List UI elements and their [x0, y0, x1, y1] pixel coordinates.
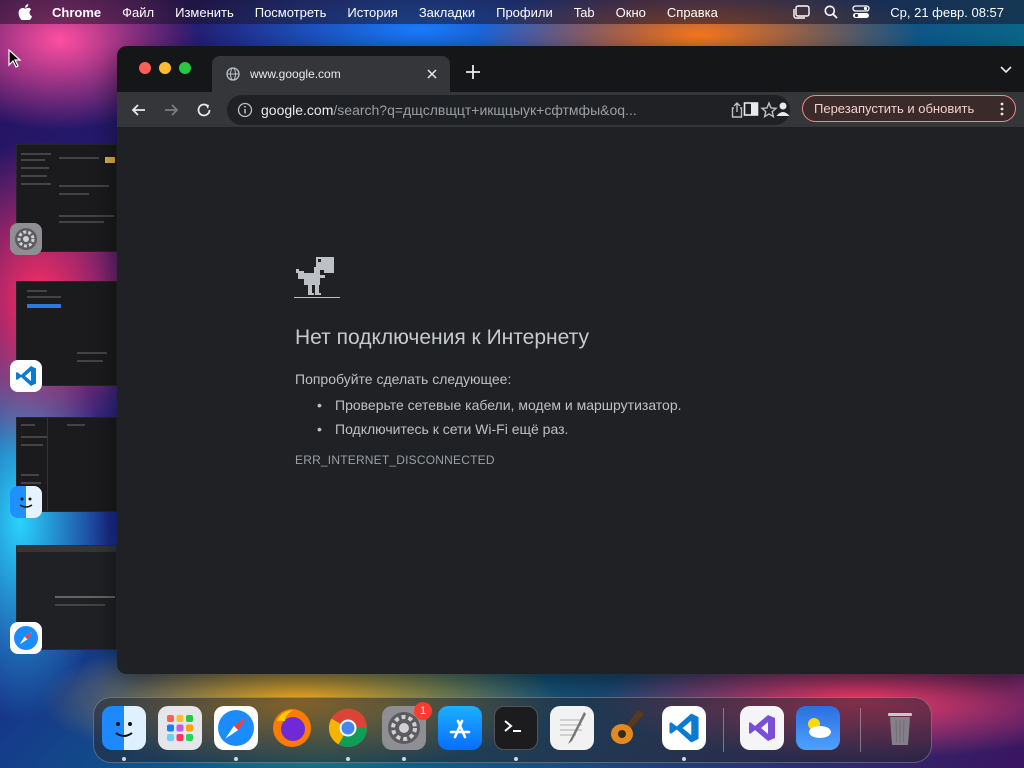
tab-google[interactable]: www.google.com — [212, 56, 450, 92]
list-item: Проверьте сетевые кабели, модем и маршру… — [317, 393, 682, 417]
tab-strip: www.google.com — [117, 46, 1024, 92]
dock-safari-icon[interactable] — [214, 706, 258, 750]
spotlight-icon[interactable] — [824, 5, 838, 19]
error-page: Нет подключения к Интернету Попробуйте с… — [117, 128, 1024, 674]
dock-finder-icon[interactable] — [102, 706, 146, 750]
offline-dinosaur-icon[interactable] — [294, 255, 340, 301]
menu-window[interactable]: Окно — [616, 5, 646, 20]
vscode-icon[interactable] — [10, 360, 42, 392]
site-info-icon[interactable] — [237, 102, 253, 118]
tab-title: www.google.com — [250, 67, 341, 81]
error-suggestions-heading: Попробуйте сделать следующее: — [295, 371, 512, 387]
globe-icon — [226, 67, 240, 81]
running-indicator — [682, 757, 686, 761]
relaunch-label: Перезапустить и обновить — [814, 101, 975, 116]
tab-search-chevron-icon[interactable] — [1000, 66, 1012, 74]
dock-separator — [723, 708, 724, 752]
new-tab-plus-icon[interactable] — [464, 63, 482, 81]
dock-terminal-icon[interactable] — [494, 706, 538, 750]
profile-avatar-icon[interactable] — [774, 100, 792, 118]
close-window-button[interactable] — [139, 62, 151, 74]
url-host: google.com — [261, 102, 334, 118]
dock-garageband-icon[interactable] — [606, 706, 650, 750]
dock-firefox-icon[interactable] — [270, 706, 314, 750]
relaunch-update-button[interactable]: Перезапустить и обновить — [802, 95, 1016, 122]
tab-close-icon[interactable] — [424, 66, 440, 82]
menu-file[interactable]: Файл — [122, 5, 154, 20]
menu-help[interactable]: Справка — [667, 5, 718, 20]
system-settings-icon[interactable] — [10, 223, 42, 255]
running-indicator — [514, 757, 518, 761]
dock-chrome-icon[interactable] — [326, 706, 370, 750]
url-path: /search?q=дщслвщцт+икщцыук+сфтмфы&oq... — [333, 102, 637, 118]
menu-app-name[interactable]: Chrome — [52, 5, 101, 20]
dock-weather-icon[interactable] — [796, 706, 840, 750]
stage-manager-icon[interactable] — [792, 5, 810, 19]
dock: 1 — [93, 697, 932, 763]
error-suggestion-list: Проверьте сетевые кабели, модем и маршру… — [317, 393, 682, 441]
dock-vscode-icon[interactable] — [662, 706, 706, 750]
menu-tab[interactable]: Tab — [574, 5, 595, 20]
menu-bookmarks[interactable]: Закладки — [419, 5, 475, 20]
minimize-window-button[interactable] — [159, 62, 171, 74]
menubar-clock[interactable]: Ср, 21 февр. 08:57 — [890, 5, 1004, 20]
dock-app-store-icon[interactable] — [438, 706, 482, 750]
zoom-window-button[interactable] — [179, 62, 191, 74]
menu-edit[interactable]: Изменить — [175, 5, 234, 20]
running-indicator — [234, 757, 238, 761]
menu-profiles[interactable]: Профили — [496, 5, 553, 20]
side-panel-icon[interactable] — [743, 101, 759, 117]
url-text[interactable]: google.com/search?q=дщслвщцт+икщцыук+сфт… — [261, 102, 714, 118]
dock-textedit-icon[interactable] — [550, 706, 594, 750]
running-indicator — [346, 757, 350, 761]
error-title: Нет подключения к Интернету — [295, 326, 589, 349]
address-bar[interactable]: google.com/search?q=дщслвщцт+икщцыук+сфт… — [227, 95, 790, 125]
more-menu-icon[interactable] — [995, 101, 1009, 117]
apple-menu-icon[interactable] — [18, 4, 36, 20]
forward-arrow-icon[interactable] — [162, 101, 180, 119]
menu-history[interactable]: История — [347, 5, 397, 20]
safari-icon[interactable] — [10, 622, 42, 654]
menu-view[interactable]: Посмотреть — [255, 5, 327, 20]
list-item: Подключитесь к сети Wi-Fi ещё раз. — [317, 417, 682, 441]
chrome-window: www.google.com google.com/search?q=дщслв… — [117, 46, 1024, 674]
dock-launchpad-icon[interactable] — [158, 706, 202, 750]
finder-icon[interactable] — [10, 486, 42, 518]
menu-bar: Chrome Файл Изменить Посмотреть История … — [0, 0, 1024, 24]
dock-trash-icon[interactable] — [878, 706, 922, 750]
running-indicator — [402, 757, 406, 761]
dock-visual-studio-icon[interactable] — [740, 706, 784, 750]
running-indicator — [122, 757, 126, 761]
error-code: ERR_INTERNET_DISCONNECTED — [295, 453, 495, 467]
notification-badge: 1 — [414, 702, 432, 720]
browser-toolbar: google.com/search?q=дщслвщцт+икщцыук+сфт… — [117, 92, 1024, 128]
reload-icon[interactable] — [195, 101, 213, 119]
control-center-icon[interactable] — [852, 5, 870, 19]
dock-separator — [860, 708, 861, 752]
back-arrow-icon[interactable] — [130, 101, 148, 119]
mouse-cursor-icon — [8, 49, 22, 68]
